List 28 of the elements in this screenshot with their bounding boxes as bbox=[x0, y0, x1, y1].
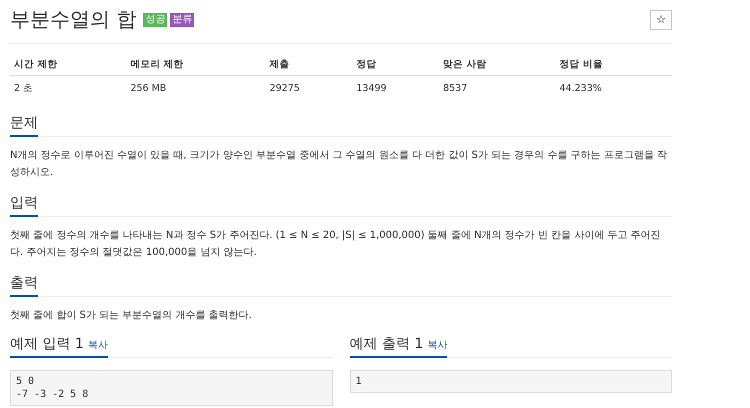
problem-title: 부분수열의 합 bbox=[10, 6, 136, 33]
sample-code-block: 1 bbox=[350, 370, 672, 393]
column-header: 시간 제한 bbox=[10, 52, 126, 76]
section-heading: 입력 bbox=[10, 193, 38, 217]
table-cell: 8537 bbox=[439, 76, 556, 101]
table-cell: 2 초 bbox=[10, 76, 126, 101]
column-header: 정답 bbox=[352, 52, 440, 76]
section-heading: 문제 bbox=[10, 113, 38, 137]
column-header: 메모리 제한 bbox=[126, 52, 266, 76]
section-text: N개의 정수로 이루어진 수열이 있을 때, 크기가 양수인 부분수열 중에서 그 수열의 원소를 다 더한 값이 S가 되는 경우의 수를 구하는 프로그램을 작성하시오. bbox=[10, 149, 668, 180]
table-cell: 29275 bbox=[266, 76, 352, 101]
column-header: 맞은 사람 bbox=[439, 52, 556, 76]
section-heading: 출력 bbox=[10, 273, 38, 297]
copy-link[interactable]: 복사 bbox=[427, 338, 448, 352]
section-text: 첫째 줄에 합이 S가 되는 부분수열의 개수를 출력한다. bbox=[10, 309, 253, 323]
table-cell: 44.233% bbox=[556, 76, 672, 101]
status-badge: 성공 bbox=[143, 12, 168, 26]
status-badge: 분류 bbox=[170, 12, 194, 26]
sample-code-block: 5 0 -7 -3 -2 5 8 bbox=[10, 370, 332, 406]
column-header: 정답 비율 bbox=[556, 52, 672, 76]
favorite-button[interactable]: ☆ bbox=[650, 10, 672, 30]
sample-heading: 예제 출력 1 bbox=[350, 335, 424, 353]
sample-heading: 예제 입력 1 bbox=[10, 335, 84, 353]
section-text: 첫째 줄에 정수의 개수를 나타내는 N과 정수 S가 주어진다. (1 ≤ N ≤ 20, |S| ≤ 1,000,000) 둘째 줄에 N개의 정수가 빈 칸을 사이에 두고 주어진다. 주어지는 정수의 절댓값은 100,000을 넘지 않는다. bbox=[10, 229, 662, 260]
table-cell: 256 MB bbox=[126, 76, 266, 101]
copy-link[interactable]: 복사 bbox=[88, 338, 108, 352]
table-cell: 13499 bbox=[352, 76, 440, 101]
column-header: 제출 bbox=[266, 52, 352, 76]
